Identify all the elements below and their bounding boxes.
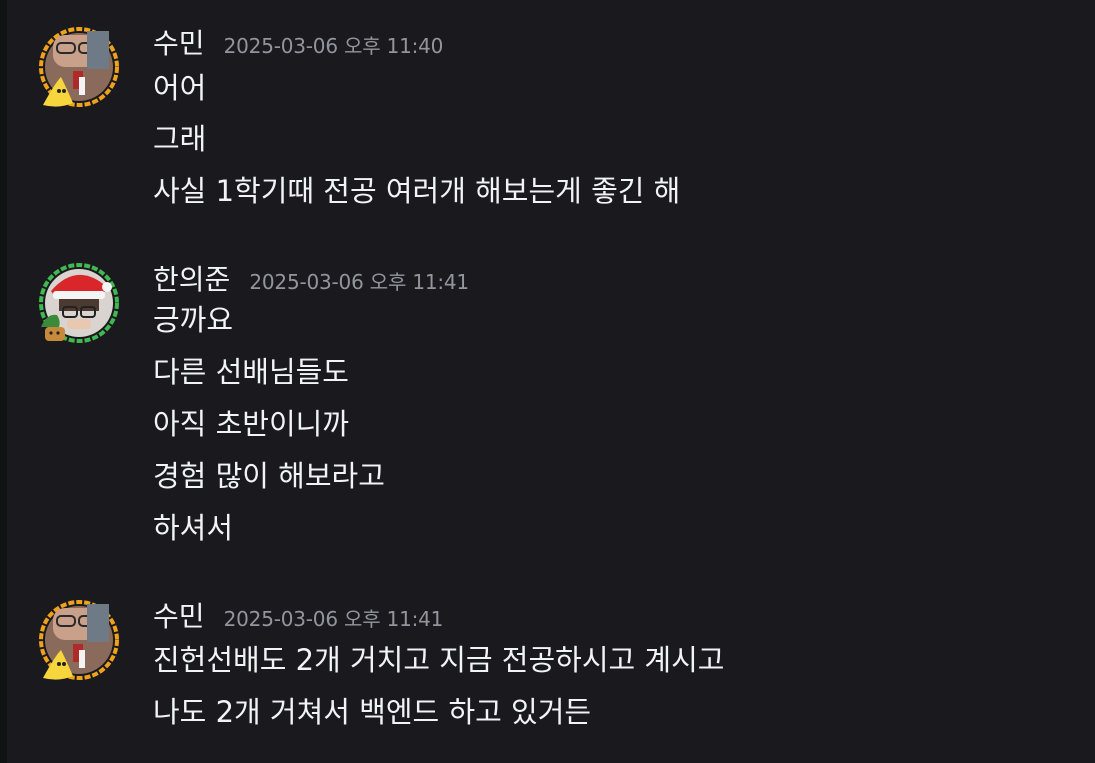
message-text: 진헌선배도 2개 거치고 지금 전공하시고 계시고 [153, 643, 725, 677]
message-timestamp: 2025-03-06 오후 11:40 [223, 34, 444, 58]
message-text: 긍까요 [153, 303, 234, 337]
author-name[interactable]: 수민 [153, 600, 205, 633]
author-name[interactable]: 한의준 [153, 263, 230, 296]
avatar-sumin-icon [39, 600, 119, 680]
message-text: 그래 [153, 122, 207, 156]
avatar-uijun-icon [39, 263, 119, 343]
avatar-sumin-icon [39, 27, 119, 107]
avatar[interactable] [37, 25, 121, 113]
message-timestamp: 2025-03-06 오후 11:41 [223, 607, 444, 631]
message-header: 수민 2025-03-06 오후 11:40 [153, 22, 443, 66]
left-edge-divider [0, 0, 7, 763]
message-text: 나도 2개 거쳐서 백엔드 하고 있거든 [153, 695, 592, 729]
message-header: 한의준 2025-03-06 오후 11:41 [153, 258, 469, 302]
message-header: 수민 2025-03-06 오후 11:41 [153, 595, 443, 639]
avatar[interactable] [37, 261, 121, 349]
message-text: 어어 [153, 71, 207, 105]
avatar[interactable] [37, 598, 121, 686]
message-text: 다른 선배님들도 [153, 355, 349, 389]
message-timestamp: 2025-03-06 오후 11:41 [249, 270, 469, 294]
message-text: 사실 1학기때 전공 여러개 해보는게 좋긴 해 [153, 174, 681, 208]
chat-message-list: 수민 2025-03-06 오후 11:40 어어 그래 사실 1학기때 전공 … [7, 0, 1095, 763]
author-name[interactable]: 수민 [153, 27, 205, 60]
message-text: 아직 초반이니까 [153, 407, 349, 441]
message-text: 경험 많이 해보라고 [153, 459, 385, 493]
message-text: 하셔서 [153, 511, 234, 545]
